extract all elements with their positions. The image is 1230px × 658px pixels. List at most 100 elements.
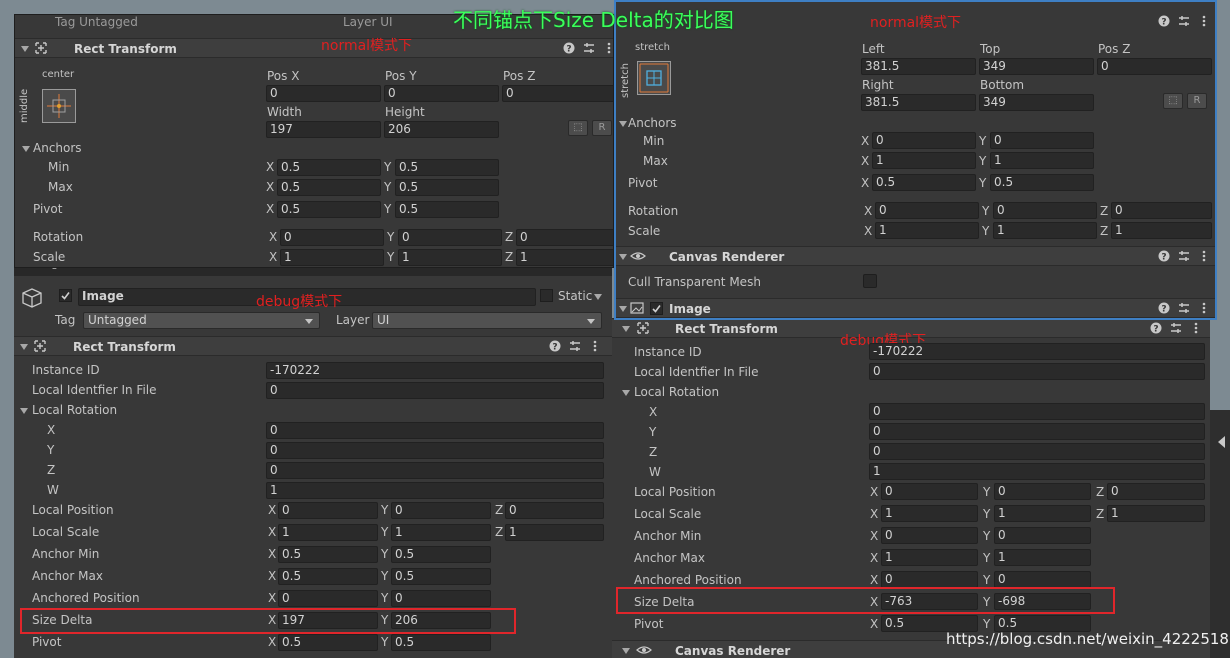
more-icon[interactable] bbox=[589, 340, 601, 352]
scale-x[interactable]: 1 bbox=[875, 222, 979, 239]
rotation-y[interactable]: 0 bbox=[993, 202, 1097, 219]
anchor-max-x[interactable]: 1 bbox=[872, 152, 976, 169]
local-rotation-foldout[interactable] bbox=[622, 390, 630, 396]
local-scale-z[interactable]: 1 bbox=[505, 524, 604, 541]
foldout-arrow[interactable] bbox=[21, 46, 29, 52]
bottom-field[interactable]: 349 bbox=[979, 94, 1094, 111]
scale-y[interactable]: 1 bbox=[993, 222, 1097, 239]
anchored-position-y[interactable]: 0 bbox=[994, 571, 1091, 588]
anchored-position-x[interactable]: 0 bbox=[881, 571, 978, 588]
pivot-y[interactable]: 0.5 bbox=[990, 174, 1094, 191]
local-position-y[interactable]: 0 bbox=[391, 502, 491, 519]
anchor-max-y[interactable]: 0.5 bbox=[395, 179, 499, 196]
image-enabled-checkbox[interactable] bbox=[650, 302, 663, 315]
width-field[interactable]: 197 bbox=[266, 121, 381, 138]
preset-icon[interactable] bbox=[583, 42, 595, 54]
preset-icon[interactable] bbox=[569, 340, 581, 352]
pivot-y[interactable]: 0.5 bbox=[395, 201, 499, 218]
foldout-arrow[interactable] bbox=[622, 326, 630, 332]
help-icon[interactable]: ? bbox=[563, 42, 575, 54]
local-identifier-field[interactable]: 0 bbox=[266, 382, 604, 399]
rot-x-field[interactable]: 0 bbox=[266, 422, 604, 439]
rot-y-field[interactable]: 0 bbox=[266, 442, 604, 459]
anchor-min-y[interactable]: 0.5 bbox=[395, 159, 499, 176]
help-icon[interactable]: ? bbox=[1150, 322, 1162, 334]
anchor-max-y[interactable]: 1 bbox=[990, 152, 1094, 169]
anchor-preset-button[interactable] bbox=[42, 89, 76, 123]
more-icon[interactable] bbox=[1190, 322, 1202, 334]
foldout-arrow[interactable] bbox=[619, 254, 627, 260]
anchor-max-y[interactable]: 0.5 bbox=[391, 568, 491, 585]
anchor-min-y[interactable]: 0 bbox=[994, 527, 1091, 544]
anchor-min-y[interactable]: 0 bbox=[990, 132, 1094, 149]
anchor-min-x[interactable]: 0 bbox=[872, 132, 976, 149]
help-icon[interactable]: ? bbox=[1158, 250, 1170, 262]
local-scale-x[interactable]: 1 bbox=[278, 524, 378, 541]
local-position-z[interactable]: 0 bbox=[505, 502, 604, 519]
anchor-min-x[interactable]: 0.5 bbox=[277, 159, 381, 176]
pos-z-field[interactable]: 0 bbox=[1097, 58, 1212, 75]
instance-id-field[interactable]: -170222 bbox=[869, 343, 1205, 360]
more-icon[interactable] bbox=[1198, 250, 1210, 262]
pos-y-field[interactable]: 0 bbox=[384, 85, 499, 102]
pivot-x[interactable]: 0.5 bbox=[872, 174, 976, 191]
image-header[interactable]: Image ? bbox=[616, 298, 1215, 318]
layer-dropdown[interactable]: UI bbox=[372, 312, 602, 329]
foldout-arrow[interactable] bbox=[619, 306, 627, 312]
rot-y-field[interactable]: 0 bbox=[869, 423, 1205, 440]
pivot-x[interactable]: 0.5 bbox=[277, 201, 381, 218]
preset-icon[interactable] bbox=[1170, 322, 1182, 334]
scale-z[interactable]: 1 bbox=[1111, 222, 1212, 239]
anchor-preset-button[interactable] bbox=[637, 61, 671, 95]
pivot-y[interactable]: 0.5 bbox=[391, 634, 491, 651]
instance-id-field[interactable]: -170222 bbox=[266, 362, 604, 379]
anchor-min-x[interactable]: 0 bbox=[881, 527, 978, 544]
rotation-x[interactable]: 0 bbox=[280, 229, 384, 246]
left-field[interactable]: 381.5 bbox=[861, 58, 976, 75]
foldout-arrow[interactable] bbox=[622, 648, 630, 654]
blueprint-mode-button[interactable]: ⬚ bbox=[1163, 93, 1183, 109]
more-icon[interactable] bbox=[1198, 302, 1210, 314]
pos-z-field[interactable]: 0 bbox=[502, 85, 613, 102]
local-position-x[interactable]: 0 bbox=[881, 483, 978, 500]
anchor-min-x[interactable]: 0.5 bbox=[278, 546, 378, 563]
local-scale-y[interactable]: 1 bbox=[391, 524, 491, 541]
anchored-position-y[interactable]: 0 bbox=[391, 590, 491, 607]
rot-x-field[interactable]: 0 bbox=[869, 403, 1205, 420]
pivot-x[interactable]: 0.5 bbox=[278, 634, 378, 651]
local-position-x[interactable]: 0 bbox=[278, 502, 378, 519]
local-position-z[interactable]: 0 bbox=[1107, 483, 1205, 500]
active-checkbox[interactable] bbox=[59, 289, 72, 302]
anchor-max-x[interactable]: 1 bbox=[881, 549, 978, 566]
cull-transparent-mesh-checkbox[interactable] bbox=[863, 274, 877, 288]
scale-z[interactable]: 1 bbox=[516, 249, 613, 266]
raw-edit-button[interactable]: R bbox=[1187, 93, 1207, 109]
collapse-arrow-icon[interactable] bbox=[1218, 436, 1225, 448]
help-icon[interactable]: ? bbox=[1158, 302, 1170, 314]
rotation-z[interactable]: 0 bbox=[1111, 202, 1212, 219]
rot-w-field[interactable]: 1 bbox=[869, 463, 1205, 480]
scale-x[interactable]: 1 bbox=[280, 249, 384, 266]
rect-transform-header[interactable]: Rect Transform ? bbox=[15, 38, 613, 58]
preset-icon[interactable] bbox=[1178, 250, 1190, 262]
anchor-max-x[interactable]: 0.5 bbox=[277, 179, 381, 196]
anchor-min-y[interactable]: 0.5 bbox=[391, 546, 491, 563]
local-scale-z[interactable]: 1 bbox=[1107, 505, 1205, 522]
more-icon[interactable] bbox=[1198, 15, 1210, 27]
local-identifier-field[interactable]: 0 bbox=[869, 363, 1205, 380]
foldout-arrow[interactable] bbox=[20, 344, 28, 350]
anchors-foldout[interactable] bbox=[619, 121, 627, 127]
rotation-x[interactable]: 0 bbox=[875, 202, 979, 219]
rect-transform-header[interactable]: Rect Transform ? bbox=[14, 336, 612, 356]
local-rotation-foldout[interactable] bbox=[20, 408, 28, 414]
tag-dropdown[interactable]: Untagged bbox=[83, 312, 320, 329]
scale-y[interactable]: 1 bbox=[398, 249, 502, 266]
rotation-y[interactable]: 0 bbox=[398, 229, 502, 246]
local-scale-x[interactable]: 1 bbox=[881, 505, 978, 522]
static-dropdown-arrow[interactable] bbox=[594, 294, 602, 300]
right-field[interactable]: 381.5 bbox=[861, 94, 976, 111]
canvas-renderer-header[interactable]: Canvas Renderer ? bbox=[616, 246, 1215, 266]
blueprint-mode-button[interactable]: ⬚ bbox=[568, 120, 588, 136]
anchored-position-x[interactable]: 0 bbox=[278, 590, 378, 607]
help-icon[interactable]: ? bbox=[549, 340, 561, 352]
